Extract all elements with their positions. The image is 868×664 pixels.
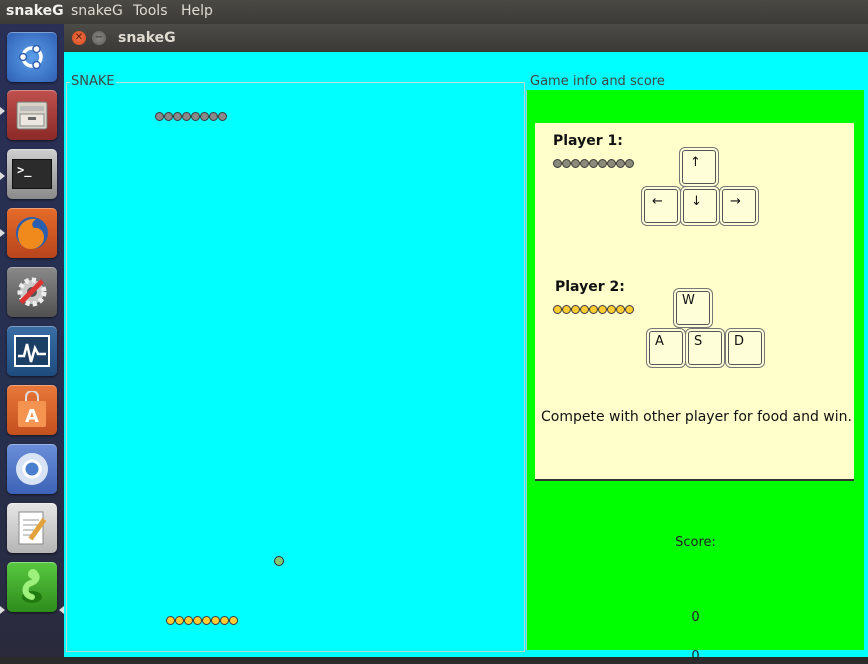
- player2-snake-segment: [193, 616, 202, 625]
- snake-game-icon[interactable]: [7, 562, 57, 612]
- info-panel: Player 1: ↑ ← ↓ → Player 2: W A S D Comp…: [526, 90, 864, 664]
- running-indicator: [0, 172, 5, 180]
- close-icon[interactable]: ✕: [72, 31, 86, 45]
- player2-label: Player 2:: [555, 279, 625, 295]
- key-a: A: [649, 331, 683, 365]
- snake-panel-title: SNAKE: [70, 74, 116, 89]
- firefox-icon[interactable]: [7, 208, 57, 258]
- menu-snakeg[interactable]: snakeG: [71, 3, 123, 19]
- key-w: W: [676, 291, 710, 325]
- player1-snake-segment: [191, 112, 200, 121]
- player1-snake-segment: [164, 112, 173, 121]
- ubuntu-dash-icon[interactable]: [7, 32, 57, 82]
- settings-icon[interactable]: [7, 267, 57, 317]
- key-down: ↓: [683, 189, 717, 223]
- game-board[interactable]: [66, 82, 525, 652]
- player2-snake-segment: [166, 616, 175, 625]
- key-up: ↑: [682, 150, 716, 184]
- player2-snake-segment: [220, 616, 229, 625]
- player1-score: 0: [691, 610, 700, 625]
- minimize-icon[interactable]: −: [92, 31, 106, 45]
- food-pellet: [274, 556, 284, 566]
- menu-help[interactable]: Help: [181, 3, 213, 19]
- controls-info-box: Player 1: ↑ ← ↓ → Player 2: W A S D Comp…: [535, 123, 854, 481]
- key-left: ←: [644, 189, 678, 223]
- chromium-icon[interactable]: [7, 444, 57, 494]
- running-indicator: [0, 107, 5, 115]
- player2-snake-segment: [211, 616, 220, 625]
- player1-snake-head: [218, 112, 227, 121]
- player1-snake-segment: [200, 112, 209, 121]
- window-title: snakeG: [118, 30, 176, 46]
- svg-text:A: A: [25, 406, 39, 427]
- window-titlebar[interactable]: ✕ − snakeG: [64, 24, 868, 52]
- key-right: →: [722, 189, 756, 223]
- system-monitor-icon[interactable]: [7, 326, 57, 376]
- info-panel-title: Game info and score: [529, 74, 666, 89]
- text-editor-icon[interactable]: [7, 503, 57, 553]
- menu-tools[interactable]: Tools: [133, 3, 168, 19]
- software-center-icon[interactable]: A: [7, 385, 57, 435]
- player1-snake-segment: [209, 112, 218, 121]
- snakeg-window: ✕ − snakeG SNAKE Game info and score Pla…: [64, 24, 868, 664]
- player1-snake-segment: [182, 112, 191, 121]
- running-indicator: [0, 606, 5, 614]
- score-label: Score:: [675, 535, 716, 550]
- player2-snake-segment: [184, 616, 193, 625]
- player2-snake-segment: [202, 616, 211, 625]
- files-icon[interactable]: [7, 90, 57, 140]
- player1-snake-segment: [155, 112, 164, 121]
- top-menu-bar: snakeG snakeG Tools Help: [0, 0, 868, 24]
- key-d: D: [728, 331, 762, 365]
- launcher: >_ A: [0, 24, 64, 657]
- terminal-icon[interactable]: >_: [7, 149, 57, 199]
- game-description: Compete with other player for food and w…: [541, 409, 852, 425]
- player2-snake-segment: [175, 616, 184, 625]
- key-s: S: [688, 331, 722, 365]
- running-indicator: [0, 229, 5, 237]
- player2-snake-head: [229, 616, 238, 625]
- player1-label: Player 1:: [553, 133, 623, 149]
- app-name: snakeG: [6, 3, 64, 19]
- player1-snake-segment: [173, 112, 182, 121]
